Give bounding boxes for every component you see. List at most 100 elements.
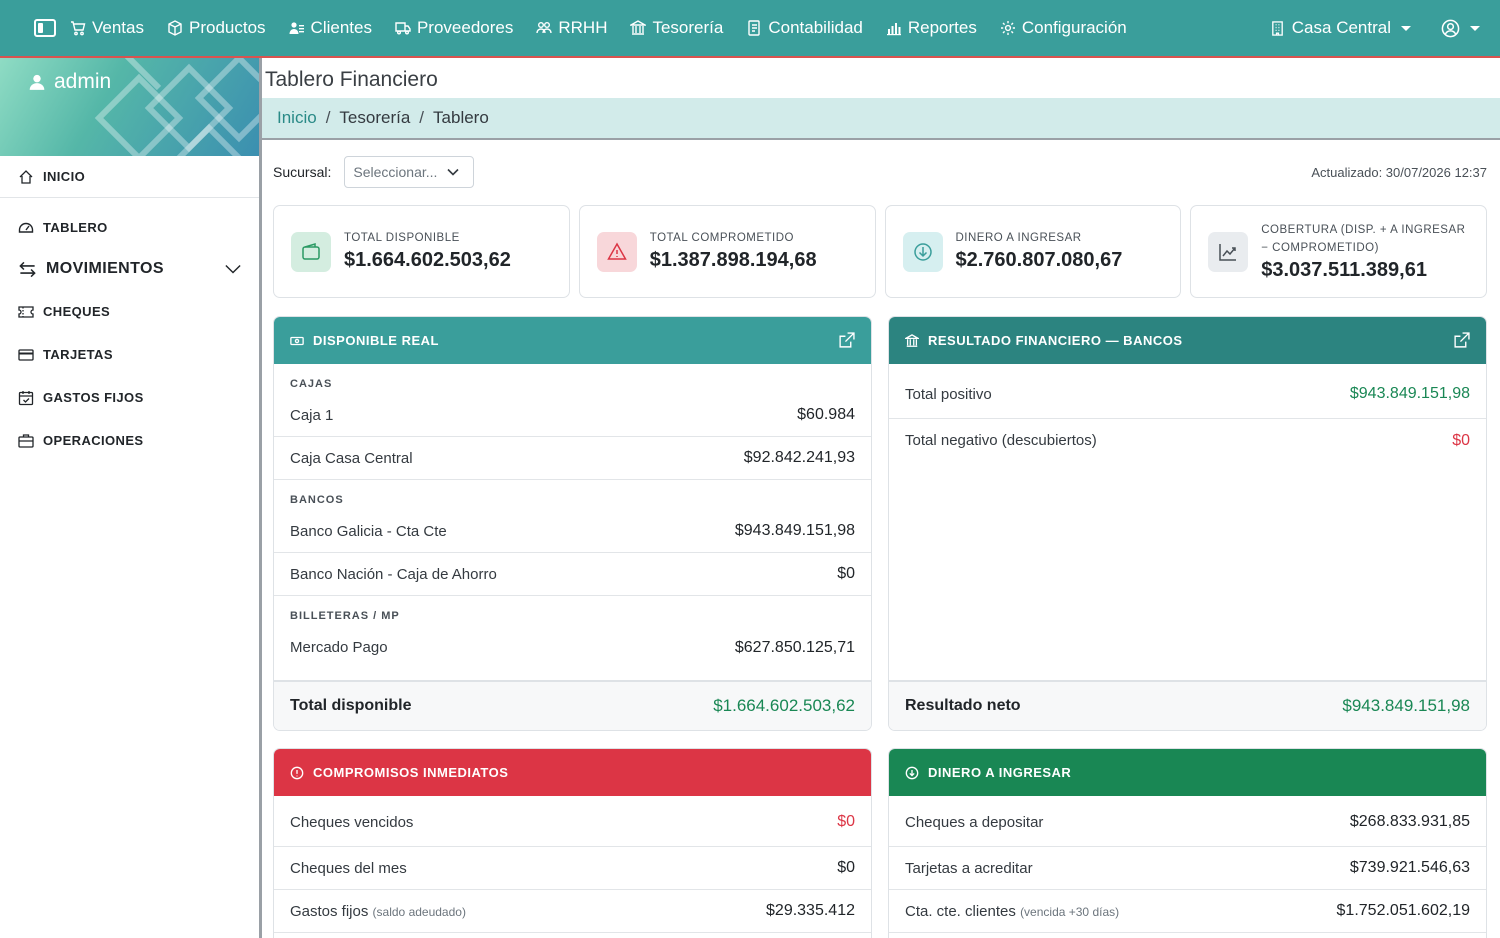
row-value: $943.849.151,98 [734, 522, 855, 539]
external-link-icon[interactable] [1453, 332, 1470, 349]
group-cajas: CAJAS [290, 378, 333, 390]
row-label: Total positivo [905, 385, 992, 403]
sidebar-item-cheques[interactable]: CHEQUES [0, 290, 259, 333]
nav-configuracion-label: Configuración [1021, 18, 1127, 37]
nav-reportes[interactable]: Reportes [886, 18, 977, 38]
people-icon [289, 22, 304, 34]
nav-ventas-label: Ventas [92, 18, 144, 37]
kpi-value: $1.664.602.503,62 [344, 248, 511, 271]
kpi-total-disponible: TOTAL DISPONIBLE $1.664.602.503,62 [273, 205, 570, 298]
sidebar-item-gastos-fijos[interactable]: GASTOS FIJOS [0, 376, 259, 419]
main-content: Tablero Financiero Inicio / Tesorería / … [262, 58, 1500, 938]
branch-label: Casa Central [1291, 18, 1391, 37]
nav-tesoreria[interactable]: Tesorería [630, 18, 723, 38]
alert-circle-icon [290, 766, 304, 779]
total-label: Total disponible [290, 697, 412, 714]
person-icon [29, 74, 45, 90]
row-value: $0 [1452, 431, 1470, 449]
row-value: $92.842.241,93 [743, 449, 855, 466]
nav-productos[interactable]: Productos [167, 18, 266, 38]
row-value: $268.833.931,85 [1349, 813, 1470, 830]
main-nav: Ventas Productos Clientes Proveedores RR… [70, 18, 1150, 38]
user-menu[interactable] [1441, 19, 1480, 38]
card-header: DINERO A INGRESAR [889, 749, 1486, 796]
row-label-group: Gastos fijos (saldo adeudado) [290, 903, 466, 920]
row-note: (vencida +30 días) [1020, 904, 1120, 919]
journal-icon [748, 20, 761, 36]
row-label: Total negativo (descubiertos) [905, 432, 1097, 449]
sucursal-select-placeholder: Seleccionar... [353, 164, 438, 180]
kpi-label: TOTAL COMPROMETIDO [649, 231, 794, 244]
branch-selector[interactable]: Casa Central [1270, 18, 1411, 38]
row-label: Cheques a depositar [905, 813, 1044, 831]
sidebar-item-movimientos[interactable]: MOVIMIENTOS [0, 248, 259, 290]
sidebar-item-label: MOVIMIENTOS [46, 260, 164, 277]
kpi-dinero-a-ingresar: DINERO A INGRESAR $2.760.807.080,67 [884, 205, 1182, 298]
row-label: Gastos fijos [290, 902, 369, 920]
cart-icon [71, 21, 86, 36]
card-disponible-real: DISPONIBLE REAL CAJAS Caja 1 $60.984 Caj… [273, 316, 872, 731]
kpi-label: COBERTURA (DISP. + A INGRESAR − COMPROME… [1261, 224, 1466, 254]
sidebar-toggle-icon[interactable] [34, 19, 56, 37]
breadcrumb-separator: / [325, 108, 331, 127]
card-header: RESULTADO FINANCIERO — BANCOS [889, 317, 1486, 364]
trend-up-icon [1208, 231, 1249, 272]
nav-contabilidad[interactable]: Contabilidad [746, 18, 863, 38]
list-item: Cheques a depositar $268.833.931,85 [889, 798, 1486, 847]
group-bancos: BANCOS [290, 494, 344, 506]
ticket-icon [18, 305, 34, 318]
briefcase-icon [18, 433, 34, 448]
card-title: DISPONIBLE REAL [313, 333, 439, 348]
top-navbar: Ventas Productos Clientes Proveedores RR… [0, 0, 1500, 58]
list-item: Cta. cte. clientes (vencida +30 días) $1… [889, 890, 1486, 933]
total-value: $1.664.602.503,62 [713, 696, 855, 715]
sidebar-item-inicio[interactable]: INICIO [0, 156, 259, 198]
breadcrumb-tesoreria[interactable]: Tesorería [339, 108, 410, 128]
sidebar-user[interactable]: admin [28, 70, 111, 94]
filter-row: Sucursal: Seleccionar... Actualizado: 30… [273, 156, 1487, 188]
card-title: COMPROMISOS INMEDIATOS [313, 765, 509, 780]
row-value: $1.752.051.602,19 [1336, 902, 1470, 919]
bank-icon [905, 333, 919, 347]
row-label: Cheques vencidos [290, 813, 414, 831]
row-value: $943.849.151,98 [1349, 385, 1470, 402]
sidebar-item-tablero[interactable]: TABLERO [0, 206, 259, 248]
sucursal-label: Sucursal: [273, 164, 332, 180]
nav-contabilidad-label: Contabilidad [768, 18, 863, 37]
row-label: Caja 1 [290, 406, 334, 424]
total-label: Resultado neto [905, 697, 1021, 714]
list-item: Cheques del mes $0 [274, 847, 871, 890]
kpi-total-comprometido: TOTAL COMPROMETIDO $1.387.898.194,68 [578, 205, 876, 298]
breadcrumb-separator: / [419, 108, 425, 127]
nav-proveedores[interactable]: Proveedores [395, 18, 513, 38]
row-label-group: Cta. cte. clientes (vencida +30 días) [905, 903, 1119, 920]
row-value: $627.850.125,71 [734, 638, 855, 656]
card-footer: Resultado neto $943.849.151,98 [889, 680, 1486, 730]
kpi-label: TOTAL DISPONIBLE [344, 231, 460, 244]
updated-timestamp: Actualizado: 30/07/2026 12:37 [1311, 164, 1487, 180]
sidebar-item-tarjetas[interactable]: TARJETAS [0, 333, 259, 376]
chevron-down-icon[interactable] [225, 261, 241, 277]
nav-ventas[interactable]: Ventas [70, 18, 144, 38]
external-link-icon[interactable] [838, 332, 855, 349]
card-footer: Total disponible $1.664.602.503,62 [274, 680, 871, 730]
sidebar-item-label: INICIO [43, 169, 86, 184]
sidebar-username: admin [54, 70, 112, 93]
row-label: Mercado Pago [290, 639, 388, 656]
nav-configuracion[interactable]: Configuración [1000, 18, 1127, 38]
sidebar-user-panel: admin [0, 58, 259, 156]
nav-clientes[interactable]: Clientes [289, 18, 372, 38]
nav-proveedores-label: Proveedores [416, 18, 514, 37]
arrow-down-circle-icon [905, 766, 919, 779]
list-item: Banco Nación - Caja de Ahorro $0 [274, 553, 871, 596]
row-label: Caja Casa Central [290, 449, 413, 467]
kpi-value: $3.037.511.389,61 [1261, 259, 1427, 281]
sucursal-select[interactable]: Seleccionar... [344, 156, 475, 188]
breadcrumb-inicio[interactable]: Inicio [277, 108, 317, 128]
total-value: $943.849.151,98 [1342, 696, 1470, 715]
row-value: $739.921.546,63 [1349, 859, 1470, 876]
breadcrumb-tablero: Tablero [433, 108, 489, 127]
nav-rrhh[interactable]: RRHH [536, 18, 607, 38]
row-value: $0 [837, 565, 855, 582]
sidebar-item-operaciones[interactable]: OPERACIONES [0, 419, 259, 462]
